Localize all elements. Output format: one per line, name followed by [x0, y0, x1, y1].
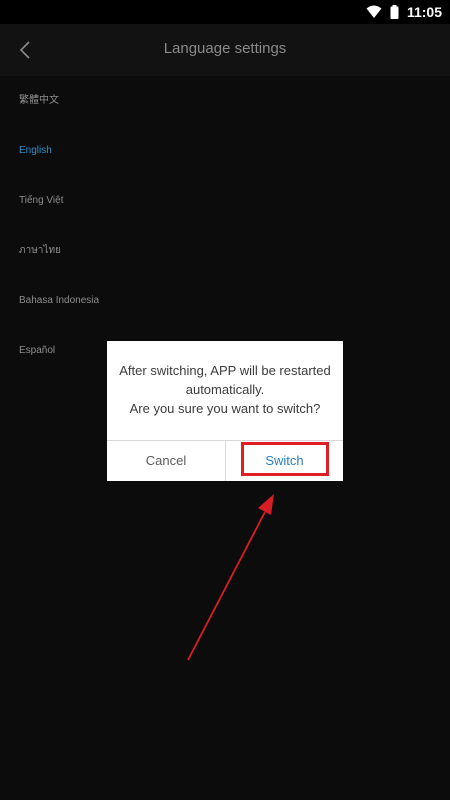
confirm-dialog: After switching, APP will be restarted a… — [107, 341, 343, 481]
language-list: 繁體中文 English Tiếng Việt ภาษาไทย Bahasa I… — [0, 76, 450, 376]
language-item-traditional-chinese[interactable]: 繁體中文 — [0, 76, 450, 126]
status-time: 11:05 — [406, 4, 442, 20]
wifi-icon — [366, 5, 382, 18]
status-bar: 11:05 — [0, 0, 450, 24]
dialog-message: After switching, APP will be restarted a… — [107, 361, 343, 418]
dialog-message-line1: After switching, APP will be restarted — [119, 363, 331, 378]
page-title: Language settings — [163, 40, 287, 57]
dialog-message-line3: Are you sure you want to switch? — [129, 401, 321, 416]
status-icons: 11:05 — [366, 3, 442, 21]
battery-icon — [390, 5, 399, 19]
language-item-thai[interactable]: ภาษาไทย — [0, 226, 450, 276]
language-item-english[interactable]: English — [0, 126, 450, 176]
header: Language settings — [0, 24, 450, 76]
language-item-indonesian[interactable]: Bahasa Indonesia — [0, 276, 450, 326]
switch-button[interactable]: Switch — [226, 441, 343, 481]
dialog-button-row: Cancel Switch — [107, 441, 343, 481]
screen: 11:05 Language settings 繁體中文 English Tiế… — [0, 0, 450, 800]
cancel-button[interactable]: Cancel — [107, 441, 225, 481]
dialog-message-line2: automatically. — [185, 382, 265, 397]
language-item-vietnamese[interactable]: Tiếng Việt — [0, 176, 450, 226]
